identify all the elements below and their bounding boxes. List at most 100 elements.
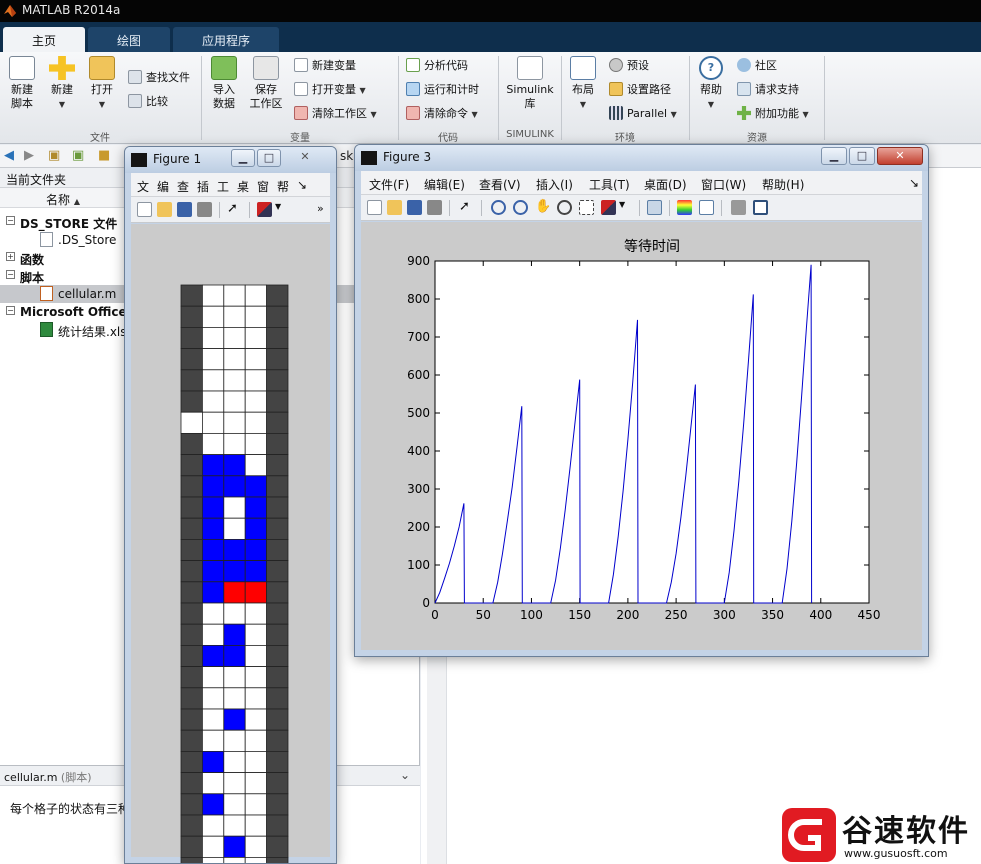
figure-1-menu-item[interactable]: 窗 xyxy=(257,178,269,195)
compare-button[interactable]: 比较 xyxy=(128,94,168,110)
print-icon[interactable] xyxy=(197,202,212,217)
back-arrow-icon[interactable]: ◀ xyxy=(4,148,14,163)
browse-folder-icon[interactable]: ▣ xyxy=(72,148,84,163)
parallel-icon xyxy=(609,106,623,120)
zoom-out-icon[interactable] xyxy=(513,200,528,215)
legend-icon[interactable] xyxy=(699,200,714,215)
figure-1-menu-item[interactable]: 查 xyxy=(177,178,189,195)
grid-cell xyxy=(180,538,203,561)
new-variable-button[interactable]: 新建变量 xyxy=(294,58,356,74)
link-plot-icon[interactable] xyxy=(647,200,662,215)
tab-apps[interactable]: 应用程序 xyxy=(173,27,279,52)
zoom-in-icon[interactable] xyxy=(491,200,506,215)
hide-plot-tools-icon[interactable] xyxy=(731,200,746,215)
close-button[interactable]: ✕ xyxy=(877,147,923,165)
simulink-library-button[interactable]: Simulink 库 xyxy=(504,56,556,111)
minimize-button[interactable]: ▁ xyxy=(231,149,255,167)
open-file-icon[interactable] xyxy=(157,202,172,217)
clear-workspace-button[interactable]: 清除工作区 ▼ xyxy=(294,106,377,123)
open-file-icon[interactable] xyxy=(387,200,402,215)
group-separator xyxy=(201,56,202,140)
request-support-button[interactable]: 请求支持 xyxy=(737,82,799,98)
figure-3-menu-item[interactable]: 查看(V) xyxy=(479,176,521,193)
open-button[interactable]: 打开 ▼ xyxy=(84,56,120,112)
ribbon: 新建 脚本 新建 ▼ 打开 ▼ 查找文件 比较 文件 导入 数据 保存 工作区 新建… xyxy=(0,52,981,144)
more-tools-icon[interactable]: » xyxy=(317,202,332,217)
save-icon[interactable] xyxy=(407,200,422,215)
collapse-icon[interactable]: − xyxy=(6,270,15,279)
up-folder-icon[interactable]: ▣ xyxy=(48,148,60,163)
import-data-button[interactable]: 导入 数据 xyxy=(206,56,242,111)
collapse-icon[interactable]: − xyxy=(6,216,15,225)
grid-cell xyxy=(223,814,246,837)
grid-cell xyxy=(244,666,267,689)
clear-commands-button[interactable]: 清除命令 ▼ xyxy=(406,106,478,123)
save-icon[interactable] xyxy=(177,202,192,217)
grid-cell xyxy=(266,623,289,646)
set-path-button[interactable]: 设置路径 xyxy=(609,82,671,98)
tab-home[interactable]: 主页 xyxy=(3,27,85,52)
arrow-cursor-icon[interactable]: ➚ xyxy=(459,200,474,215)
figure-3-title-bar[interactable]: Figure 3 ▁ □ ✕ xyxy=(355,145,928,171)
new-button[interactable]: 新建 ▼ xyxy=(44,56,80,112)
figure-3-menu-item[interactable]: 桌面(D) xyxy=(644,176,687,193)
grid-cell xyxy=(266,305,289,328)
chevron-down-icon[interactable]: ▼ xyxy=(275,202,290,217)
help-button[interactable]: ? 帮助 ▼ xyxy=(694,56,728,112)
x-tick-label: 100 xyxy=(520,608,543,622)
community-button[interactable]: 社区 xyxy=(737,58,777,74)
collapse-icon[interactable]: − xyxy=(6,306,15,315)
rotate-3d-icon[interactable] xyxy=(557,200,572,215)
matlab-script-icon xyxy=(40,286,53,301)
colorbar-icon[interactable] xyxy=(677,200,692,215)
new-script-button[interactable]: 新建 脚本 xyxy=(4,56,40,111)
new-figure-icon[interactable] xyxy=(367,200,382,215)
new-variable-icon xyxy=(294,58,308,72)
maximize-button[interactable]: □ xyxy=(257,149,281,167)
data-cursor-icon[interactable] xyxy=(579,200,594,215)
figure-1-menu-item[interactable]: 插 xyxy=(197,178,209,195)
grid-cell xyxy=(202,793,225,816)
figure-1-menu-item[interactable]: 工 xyxy=(217,178,229,195)
forward-arrow-icon[interactable]: ▶ xyxy=(24,148,34,163)
brush-icon[interactable] xyxy=(601,200,616,215)
save-workspace-button[interactable]: 保存 工作区 xyxy=(246,56,286,111)
figure-1-menu-item[interactable]: 帮 xyxy=(277,178,289,195)
show-plot-tools-icon[interactable] xyxy=(753,200,768,215)
figure-3-menu-item[interactable]: ↘ xyxy=(909,176,919,190)
maximize-button[interactable]: □ xyxy=(849,147,875,165)
chevron-down-icon[interactable]: ⌄ xyxy=(400,768,410,782)
layout-button[interactable]: 布局 ▼ xyxy=(566,56,600,112)
add-ons-button[interactable]: 附加功能 ▼ xyxy=(737,106,809,123)
expand-icon[interactable]: + xyxy=(6,252,15,261)
path-fragment[interactable]: sk xyxy=(340,149,353,163)
open-variable-button[interactable]: 打开变量 ▼ xyxy=(294,82,366,99)
figure-1-menu-item[interactable]: 桌 xyxy=(237,178,249,195)
chevron-down-icon[interactable]: ▼ xyxy=(619,200,634,215)
figure-3-menu-item[interactable]: 文件(F) xyxy=(369,176,409,193)
figure-3-menu-item[interactable]: 编辑(E) xyxy=(424,176,465,193)
figure-1-menu-item[interactable]: 编 xyxy=(157,178,169,195)
run-and-time-button[interactable]: 运行和计时 xyxy=(406,82,479,98)
find-files-button[interactable]: 查找文件 xyxy=(128,70,190,86)
brush-icon[interactable] xyxy=(257,202,272,217)
grid-cell xyxy=(223,432,246,455)
figure-3-menu-item[interactable]: 帮助(H) xyxy=(762,176,804,193)
tab-plots[interactable]: 绘图 xyxy=(88,27,170,52)
parallel-button[interactable]: Parallel ▼ xyxy=(609,106,677,123)
preferences-button[interactable]: 预设 xyxy=(609,58,649,74)
close-button[interactable]: ✕ xyxy=(285,149,325,167)
arrow-cursor-icon[interactable]: ➚ xyxy=(227,202,242,217)
analyze-code-button[interactable]: 分析代码 xyxy=(406,58,468,74)
minimize-button[interactable]: ▁ xyxy=(821,147,847,165)
print-icon[interactable] xyxy=(427,200,442,215)
pan-hand-icon[interactable]: ✋ xyxy=(535,200,551,215)
matlab-figure-icon xyxy=(361,151,377,165)
figure-1-title-bar[interactable]: Figure 1 ▁ □ ✕ xyxy=(125,147,336,173)
figure-1-menu-item[interactable]: 文 xyxy=(137,178,149,195)
figure-1-menu-item[interactable]: ↘ xyxy=(297,178,307,192)
new-figure-icon[interactable] xyxy=(137,202,152,217)
figure-3-menu-item[interactable]: 窗口(W) xyxy=(701,176,746,193)
figure-3-menu-item[interactable]: 工具(T) xyxy=(589,176,630,193)
figure-3-menu-item[interactable]: 插入(I) xyxy=(536,176,573,193)
